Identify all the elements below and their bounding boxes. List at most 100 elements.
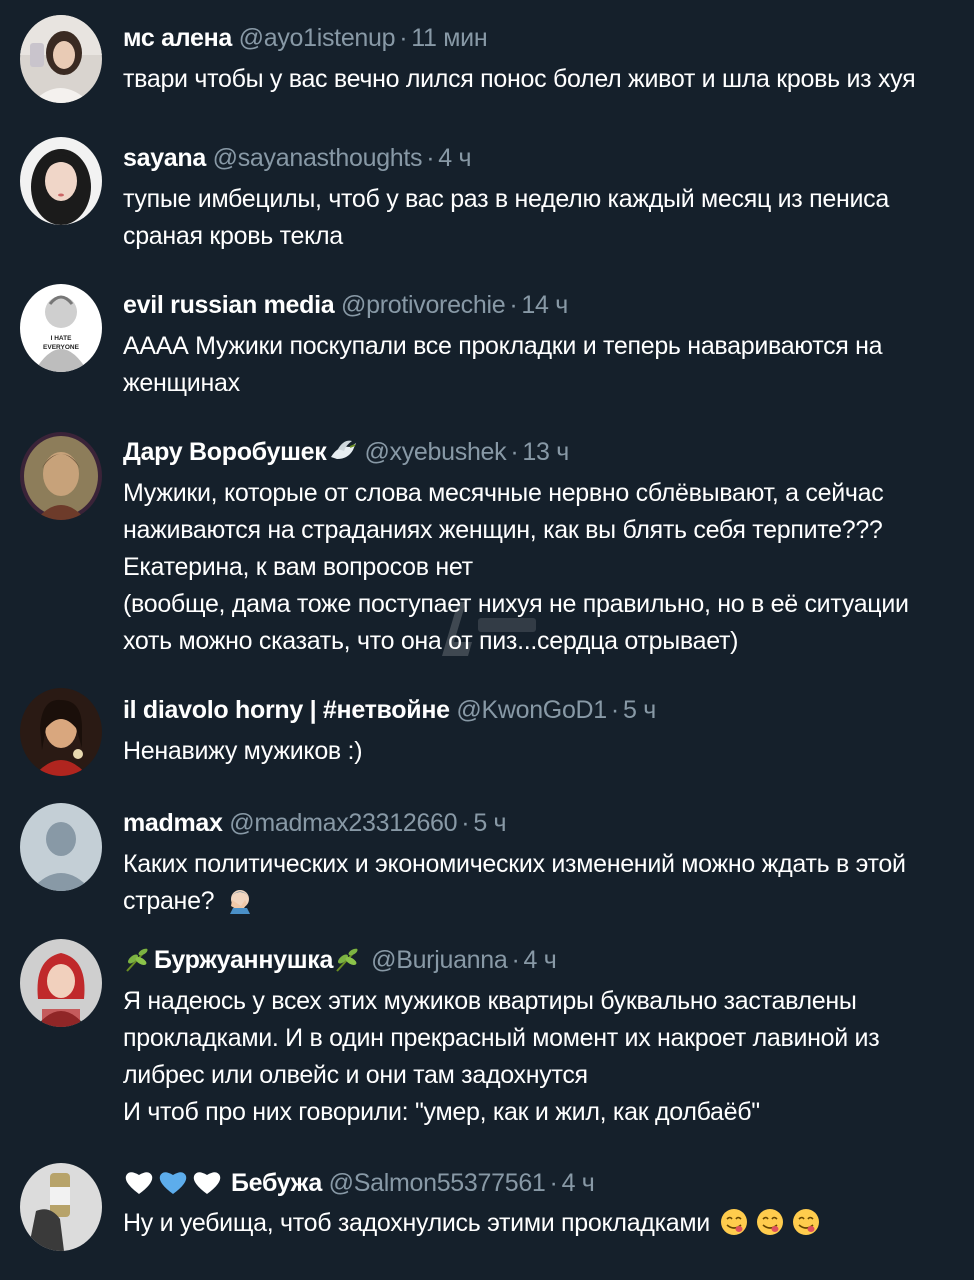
avatar-text: I HATE xyxy=(51,335,72,342)
tweet[interactable]: sayana @sayanasthoughts · 4 ч тупые имбеци… xyxy=(0,137,974,269)
tweet-line: твари чтобы у вас вечно лился понос боле… xyxy=(123,65,916,93)
tweet[interactable]: Буржуаннушка @Burjuanna · 4 ч Я надеюсь у … xyxy=(0,939,974,1141)
tweet-header: madmax @madmax23312660 · 5 ч xyxy=(123,808,507,838)
tweet-text: Каких политических и экономических измен… xyxy=(123,846,973,920)
tweet[interactable]: мс алена @ayo1istenup · 11 мин твари чтобы… xyxy=(0,15,974,120)
facepalm-icon xyxy=(225,886,255,914)
herb-icon xyxy=(123,945,153,973)
tweet-line: наживаются на страданиях женщин, как вы … xyxy=(123,516,883,544)
tweet-line: (вообще, дама тоже поступает нихуя не пр… xyxy=(123,590,909,618)
display-name[interactable]: evil russian media xyxy=(123,291,335,319)
tweet-line-text: Ну и уебища, чтоб задохнулись этими прок… xyxy=(123,1209,710,1237)
avatar[interactable] xyxy=(20,137,102,225)
hearts-icon xyxy=(123,1168,227,1196)
avatar-illustration xyxy=(20,688,102,776)
tweet-line-text: стране? xyxy=(123,887,215,915)
tweet-line: женщинах xyxy=(123,369,240,397)
avatar[interactable] xyxy=(20,15,102,103)
tweet-line: Мужики, которые от слова месячные нервно… xyxy=(123,479,884,507)
display-name[interactable]: sayana xyxy=(123,144,206,172)
tweet-line: Ну и уебища, чтоб задохнулись этими прок… xyxy=(123,1205,973,1242)
tweet-text: твари чтобы у вас вечно лился понос боле… xyxy=(123,61,973,98)
avatar[interactable] xyxy=(20,939,102,1027)
tweet-line: сраная кровь текла xyxy=(123,222,343,250)
display-name[interactable]: Дару Воробушек xyxy=(123,438,327,466)
avatar-photo xyxy=(20,15,102,103)
tweet-text: АААА Мужики поскупали все прокладки и те… xyxy=(123,328,973,402)
tweet[interactable]: I HATE EVERYONE evil russian media @prot… xyxy=(0,284,974,416)
tweet-header: Буржуаннушка @Burjuanna · 4 ч xyxy=(123,945,557,975)
avatar-photo xyxy=(20,137,102,225)
user-handle[interactable]: @protivorechie xyxy=(341,291,506,319)
timestamp[interactable]: 11 мин xyxy=(411,24,487,52)
tweet[interactable]: madmax @madmax23312660 · 5 ч Каких политич… xyxy=(0,803,974,924)
tweet-text: Я надеюсь у всех этих мужиков квартиры б… xyxy=(123,983,973,1131)
user-handle[interactable]: @KwonGoD1 xyxy=(456,696,607,724)
user-handle[interactable]: @Salmon55377561 xyxy=(329,1169,546,1197)
separator-dot: · xyxy=(511,946,520,974)
timestamp[interactable]: 4 ч xyxy=(438,144,471,172)
timestamp[interactable]: 13 ч xyxy=(522,438,569,466)
tweet[interactable]: Бебужа @Salmon55377561 · 4 ч Ну и уебища, … xyxy=(0,1163,974,1274)
watermark-logo xyxy=(432,596,542,662)
tweet-line: Ненавижу мужиков :) xyxy=(123,737,363,765)
avatar[interactable] xyxy=(20,688,102,776)
display-name[interactable]: мс алена xyxy=(123,24,232,52)
avatar[interactable] xyxy=(20,1163,102,1251)
timestamp[interactable]: 14 ч xyxy=(521,291,568,319)
separator-dot: · xyxy=(426,144,435,172)
display-name[interactable]: madmax xyxy=(123,809,223,837)
dove-icon xyxy=(328,437,358,465)
tweet-line: стране? xyxy=(123,883,973,920)
separator-dot: · xyxy=(399,24,408,52)
tweet-line: И чтоб про них говорили: "умер, как и жи… xyxy=(123,1098,760,1126)
tweet-header: sayana @sayanasthoughts · 4 ч xyxy=(123,143,472,173)
tweet-text: Ну и уебища, чтоб задохнулись этими прок… xyxy=(123,1205,973,1242)
tweet-header: evil russian media @protivorechie · 14 ч xyxy=(123,290,568,320)
user-handle[interactable]: @xyebushek xyxy=(364,438,506,466)
default-avatar xyxy=(20,803,102,891)
separator-dot: · xyxy=(610,696,619,724)
avatar[interactable]: I HATE EVERYONE xyxy=(20,284,102,372)
tweet-line: либрес или олвейс и они там задохнутся xyxy=(123,1061,588,1089)
yum-face-icon xyxy=(719,1208,823,1236)
tweet-line: Екатерина, к вам вопросов нет xyxy=(123,553,473,581)
tweet-header: il diavolo horny | #нетвойне @KwonGoD1 · 5… xyxy=(123,695,656,725)
avatar-text: EVERYONE xyxy=(43,344,80,351)
timestamp[interactable]: 4 ч xyxy=(562,1169,595,1197)
separator-dot: · xyxy=(461,809,470,837)
user-handle[interactable]: @ayo1istenup xyxy=(239,24,396,52)
display-name[interactable]: il diavolo horny | #нетвойне xyxy=(123,696,450,724)
user-handle[interactable]: @sayanasthoughts xyxy=(213,144,423,172)
tweet-line: тупые имбецилы, чтоб у вас раз в неделю … xyxy=(123,185,889,213)
herb-icon xyxy=(333,945,363,973)
tweet-text: Мужики, которые от слова месячные нервно… xyxy=(123,475,973,660)
timestamp[interactable]: 4 ч xyxy=(524,946,557,974)
tweet-line: Каких политических и экономических измен… xyxy=(123,850,906,878)
separator-dot: · xyxy=(549,1169,558,1197)
tweet-header: мс алена @ayo1istenup · 11 мин xyxy=(123,23,488,53)
tweet-line: Я надеюсь у всех этих мужиков квартиры б… xyxy=(123,987,857,1015)
timestamp[interactable]: 5 ч xyxy=(623,696,656,724)
avatar-illustration: I HATE EVERYONE xyxy=(20,284,102,372)
tweet-text: тупые имбецилы, чтоб у вас раз в неделю … xyxy=(123,181,973,255)
avatar-photo xyxy=(20,1163,102,1251)
tweet-line: хоть можно сказать, что она от пиз...сер… xyxy=(123,627,739,655)
avatar[interactable] xyxy=(20,432,102,520)
tweet-line: АААА Мужики поскупали все прокладки и те… xyxy=(123,332,883,360)
tweet-text: Ненавижу мужиков :) xyxy=(123,733,973,770)
tweet-line: прокладками. И в один прекрасный момент … xyxy=(123,1024,880,1052)
avatar-illustration xyxy=(20,939,102,1027)
tweet[interactable]: il diavolo horny | #нетвойне @KwonGoD1 · 5… xyxy=(0,688,974,791)
separator-dot: · xyxy=(509,291,518,319)
tweet-header: Дару Воробушек @xyebushek · 13 ч xyxy=(123,437,569,467)
avatar-illustration xyxy=(20,432,102,520)
display-name[interactable]: Буржуаннушка xyxy=(154,946,333,974)
tweet-header: Бебужа @Salmon55377561 · 4 ч xyxy=(123,1168,595,1198)
display-name[interactable]: Бебужа xyxy=(231,1169,322,1197)
timestamp[interactable]: 5 ч xyxy=(473,809,506,837)
separator-dot: · xyxy=(510,438,519,466)
user-handle[interactable]: @Burjuanna xyxy=(371,946,508,974)
user-handle[interactable]: @madmax23312660 xyxy=(229,809,457,837)
avatar[interactable] xyxy=(20,803,102,891)
